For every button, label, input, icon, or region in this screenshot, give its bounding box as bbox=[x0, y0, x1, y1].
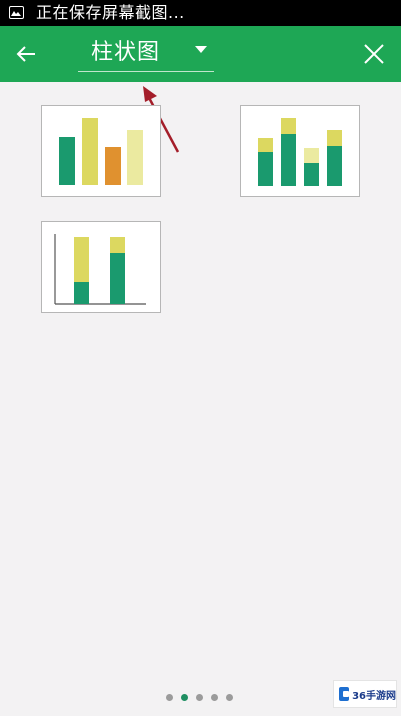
page-dot[interactable] bbox=[166, 693, 173, 701]
close-icon bbox=[364, 44, 384, 64]
page-dot[interactable] bbox=[196, 693, 203, 701]
back-arrow-icon bbox=[16, 46, 35, 62]
page-dot-active[interactable] bbox=[181, 693, 188, 701]
watermark-text: 36手游网 bbox=[352, 690, 396, 702]
chart-type-dropdown[interactable]: 柱状图 bbox=[78, 36, 214, 72]
stacked-column-axis-chart-option[interactable] bbox=[41, 221, 161, 313]
dropdown-caret-icon bbox=[195, 46, 207, 53]
site-logo-icon bbox=[339, 687, 350, 701]
status-bar: 正在保存屏幕截图... bbox=[0, 0, 401, 26]
page-dot[interactable] bbox=[226, 693, 233, 701]
stacked-column-with-axis-chart-icon bbox=[54, 234, 146, 305]
close-button[interactable] bbox=[358, 38, 390, 70]
app-header: 柱状图 bbox=[0, 26, 401, 82]
status-text: 正在保存屏幕截图... bbox=[36, 3, 185, 22]
clustered-column-chart-option[interactable] bbox=[41, 105, 161, 197]
page-dot[interactable] bbox=[211, 693, 218, 701]
page-title: 柱状图 bbox=[91, 40, 161, 65]
watermark: 36手游网 bbox=[333, 680, 397, 708]
image-icon bbox=[9, 6, 24, 19]
stacked-column-chart-option[interactable] bbox=[240, 105, 360, 197]
back-button[interactable] bbox=[10, 38, 42, 70]
page-indicator bbox=[166, 692, 233, 702]
clustered-column-chart-icon bbox=[59, 118, 143, 185]
stacked-column-chart-icon bbox=[258, 118, 342, 186]
